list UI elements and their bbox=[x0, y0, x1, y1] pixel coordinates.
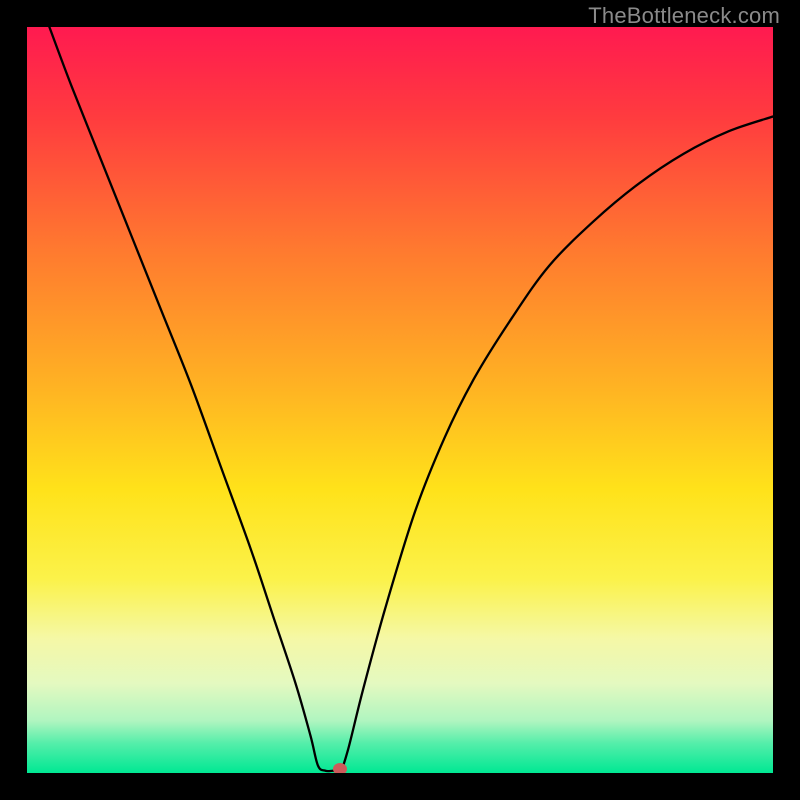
watermark-text: TheBottleneck.com bbox=[588, 3, 780, 29]
line-curve bbox=[27, 27, 773, 773]
optimal-point-marker bbox=[333, 763, 347, 773]
plot-area bbox=[27, 27, 773, 773]
chart-frame: TheBottleneck.com bbox=[0, 0, 800, 800]
